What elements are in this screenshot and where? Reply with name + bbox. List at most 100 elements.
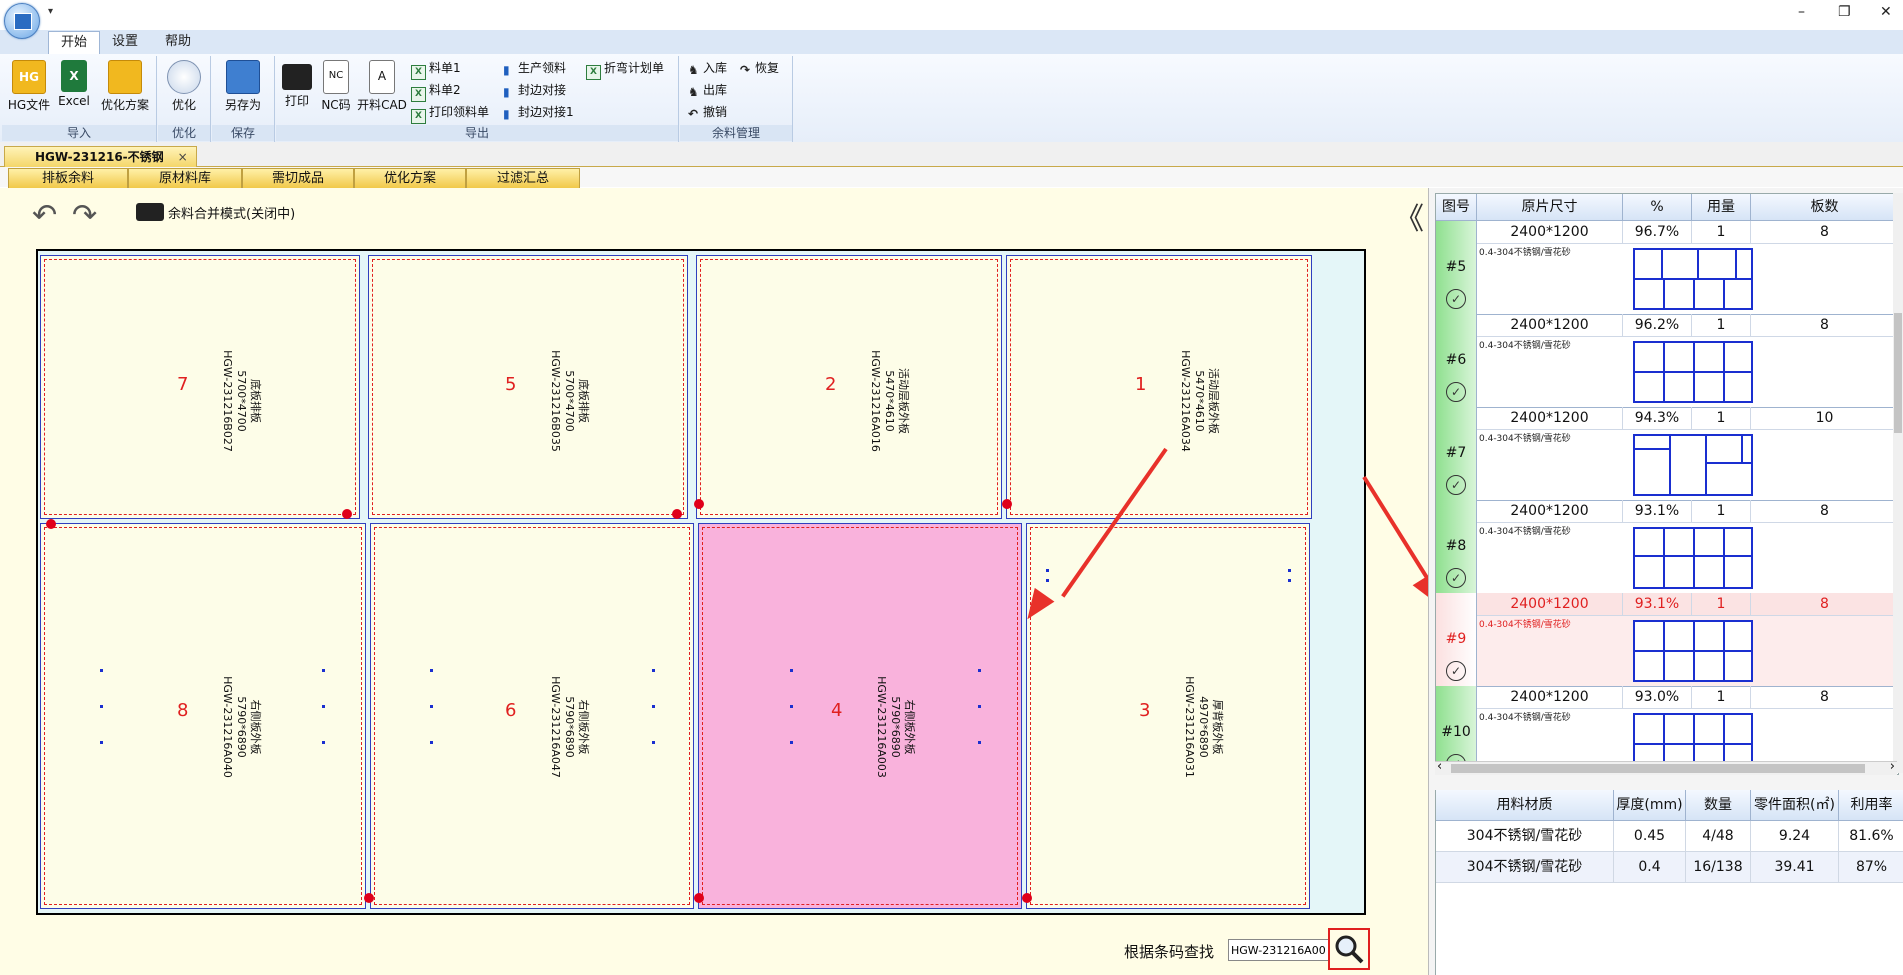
sheet-list-grid: 图号 原片尺寸 % 用量 板数 #5 ✓ 2400*1200 96.7% 1 8 0.4-3… <box>1435 193 1899 775</box>
col-header-boards[interactable]: 板数 <box>1751 194 1898 221</box>
col-header-size[interactable]: 原片尺寸 <box>1477 194 1623 221</box>
hg-folder-icon: HG <box>12 60 46 94</box>
stock-out-button[interactable]: ♞ 出库 <box>688 80 727 100</box>
collapse-panel-icon[interactable]: 《 <box>1394 194 1424 238</box>
sheet-pct-cell: 93.1% <box>1623 500 1692 523</box>
sheet-row[interactable]: #6 ✓ 2400*1200 96.2% 1 8 0.4-304不锈钢/雪花砂 <box>1436 314 1898 408</box>
check-circle-icon[interactable]: ✓ <box>1446 289 1466 309</box>
tab-start[interactable]: 开始 <box>48 31 101 55</box>
hg-file-button[interactable]: HG HG文件 <box>6 60 52 113</box>
col-header-id[interactable]: 图号 <box>1436 194 1477 221</box>
group-label-import: 导入 <box>2 125 156 141</box>
piece-3[interactable]: 3 厚背板外板 4970*6890 HGW-231216A031 <box>1026 523 1310 909</box>
piece-number: 3 <box>1139 700 1151 721</box>
restore-button[interactable]: ❐ <box>1838 4 1851 20</box>
sheet-pct-cell: 93.0% <box>1623 686 1692 709</box>
restore-action-button[interactable]: ↷ 恢复 <box>740 58 779 78</box>
sheet-id: #5 <box>1445 259 1467 275</box>
sheet-material: 0.4-304不锈钢/雪花砂 <box>1479 341 1571 351</box>
save-as-button[interactable]: 另存为 <box>216 60 270 113</box>
sheet-thumbnail <box>1633 527 1753 589</box>
tab-layout-remnant[interactable]: 排板余料 <box>8 168 128 189</box>
tab-filter-summary[interactable]: 过滤汇总 <box>466 168 580 189</box>
material-list-2-button[interactable]: X 料单2 <box>411 80 461 102</box>
optimize-button[interactable]: 优化 <box>162 60 206 113</box>
piece-number: 2 <box>825 374 837 395</box>
redo-icon[interactable]: ↷ <box>72 198 97 233</box>
printer-small-icon[interactable] <box>136 203 164 221</box>
sheet-row[interactable]: #8 ✓ 2400*1200 93.1% 1 8 0.4-304不锈钢/雪花砂 <box>1436 500 1898 594</box>
col-header-percent[interactable]: % <box>1623 194 1692 221</box>
quick-access-dropdown[interactable]: ▾ <box>48 6 53 17</box>
optimization-plan-button[interactable]: 优化方案 <box>96 60 154 113</box>
tab-help[interactable]: 帮助 <box>153 31 203 53</box>
thumbnail-piece <box>1694 556 1724 588</box>
col-header-thickness[interactable]: 厚度(mm) <box>1614 790 1686 821</box>
col-header-count[interactable]: 数量 <box>1686 790 1751 821</box>
sheet-thumbnail <box>1633 620 1753 682</box>
cad-file-icon: A <box>369 60 395 94</box>
minimize-button[interactable]: – <box>1798 4 1805 20</box>
piece-2[interactable]: 2 活动层板外板 5470*4610 HGW-231216A016 <box>696 255 1002 519</box>
piece-4-selected[interactable]: 4 右侧板外板 5790*6890 HGW-231216A003 <box>698 523 1022 909</box>
vertical-scrollbar[interactable] <box>1893 193 1903 773</box>
app-menu-button[interactable] <box>4 3 40 39</box>
scroll-left-icon[interactable]: ‹ <box>1437 759 1442 774</box>
thumbnail-piece <box>1634 449 1670 495</box>
piece-7[interactable]: 7 底板排板 5700*4700 HGW-231216B027 <box>40 255 360 519</box>
horizontal-scrollbar[interactable]: ‹ › <box>1435 759 1897 775</box>
thumbnail-piece <box>1664 279 1694 309</box>
cutting-sheet: 7 底板排板 5700*4700 HGW-231216B027 5 底板排板 5700… <box>36 249 1366 915</box>
thumbnail-piece <box>1742 435 1752 463</box>
col-header-utilization[interactable]: 利用率 <box>1839 790 1903 821</box>
remnant-merge-mode[interactable]: 余料合并模式(关闭中) <box>168 203 295 222</box>
col-header-area[interactable]: 零件面积(㎡) <box>1751 790 1839 821</box>
document-tab[interactable]: HGW-231216-不锈钢 × <box>4 146 197 167</box>
tab-settings[interactable]: 设置 <box>100 31 150 53</box>
sheet-thumbnail <box>1633 248 1753 310</box>
check-circle-icon[interactable]: ✓ <box>1446 382 1466 402</box>
sheet-boards-cell: 10 <box>1751 407 1898 430</box>
col-header-material[interactable]: 用料材质 <box>1436 790 1614 821</box>
sheet-boards-cell: 8 <box>1751 221 1898 244</box>
material-list-1-button[interactable]: X 料单1 <box>411 58 461 80</box>
check-circle-icon[interactable]: ✓ <box>1446 475 1466 495</box>
thumbnail-piece <box>1694 528 1724 556</box>
edge-banding-1-button[interactable]: ▮ 封边对接1 <box>503 102 574 122</box>
search-button[interactable] <box>1328 928 1370 970</box>
hole-marker <box>430 669 433 672</box>
nc-code-button[interactable]: NC NC码 <box>318 60 354 113</box>
thumbnail-piece <box>1724 714 1752 744</box>
col-header-qty[interactable]: 用量 <box>1692 194 1751 221</box>
piece-5[interactable]: 5 底板排板 5700*4700 HGW-231216B035 <box>368 255 688 519</box>
print-button[interactable]: 打印 <box>278 60 316 109</box>
sheet-row[interactable]: #5 ✓ 2400*1200 96.7% 1 8 0.4-304不锈钢/雪花砂 <box>1436 221 1898 315</box>
bar-chart-icon: ▮ <box>503 107 510 121</box>
sheet-qty-cell: 1 <box>1692 314 1751 337</box>
tab-cut-products[interactable]: 需切成品 <box>242 168 354 189</box>
print-pick-list-button[interactable]: X 打印领料单 <box>411 102 489 124</box>
sheet-row[interactable]: #9 ✓ 2400*1200 93.1% 1 8 0.4-304不锈钢/雪花砂 <box>1436 593 1898 687</box>
tab-raw-material[interactable]: 原材料库 <box>128 168 242 189</box>
undo-action-button[interactable]: ↶ 撤销 <box>688 102 727 122</box>
check-circle-icon[interactable]: ✓ <box>1446 568 1466 588</box>
sheet-row[interactable]: #7 ✓ 2400*1200 94.3% 1 10 0.4-304不锈钢/雪花砂 <box>1436 407 1898 501</box>
close-tab-icon[interactable]: × <box>178 150 188 164</box>
piece-6[interactable]: 6 右侧板外板 5790*6890 HGW-231216A047 <box>370 523 694 909</box>
stock-in-button[interactable]: ♞ 入库 <box>688 58 727 78</box>
production-pick-button[interactable]: ▮ 生产领料 <box>503 58 566 78</box>
piece-1[interactable]: 1 活动层板外板 5470*4610 HGW-231216A034 <box>1006 255 1312 519</box>
piece-8[interactable]: 8 右侧板外板 5790*6890 HGW-231216A040 <box>40 523 366 909</box>
edge-banding-button[interactable]: ▮ 封边对接 <box>503 80 566 100</box>
undo-icon[interactable]: ↶ <box>32 198 57 233</box>
barcode-search-input[interactable] <box>1228 939 1329 961</box>
summary-cell: 39.41 <box>1751 852 1839 883</box>
excel-button[interactable]: X Excel <box>54 60 94 108</box>
cad-button[interactable]: A 开料CAD <box>356 60 408 113</box>
scroll-right-icon[interactable]: › <box>1890 759 1895 774</box>
bend-plan-button[interactable]: X 折弯计划单 <box>586 58 664 80</box>
printer-icon <box>282 64 312 90</box>
check-circle-icon[interactable]: ✓ <box>1446 661 1466 681</box>
tab-optimization-plan[interactable]: 优化方案 <box>354 168 466 189</box>
close-window-button[interactable]: ✕ <box>1880 4 1892 20</box>
